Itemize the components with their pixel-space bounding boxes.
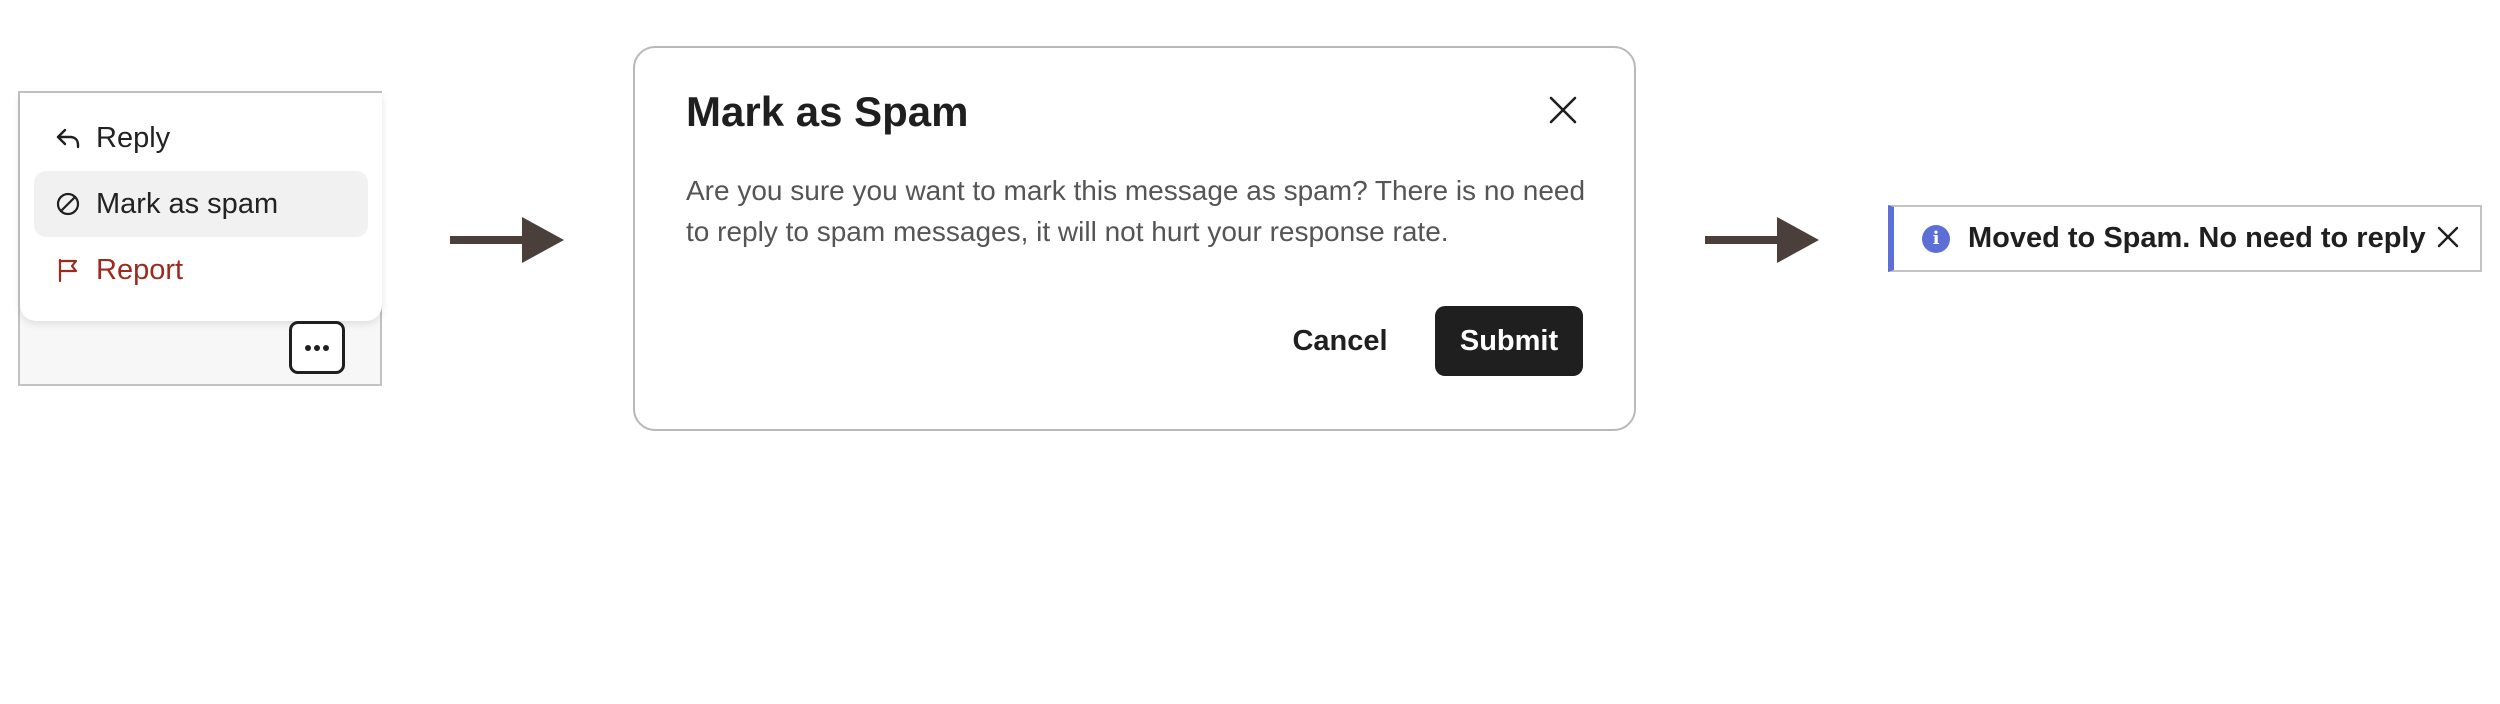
menu-item-label: Report (96, 253, 184, 286)
toast-message: Moved to Spam. No need to reply (1968, 222, 2426, 254)
menu-item-mark-as-spam[interactable]: Mark as spam (34, 171, 368, 237)
mark-as-spam-dialog: Mark as Spam Are you sure you want to ma… (633, 46, 1636, 431)
message-row-frame: Reply Mark as spam Report (18, 91, 382, 386)
context-menu: Reply Mark as spam Report (20, 93, 382, 321)
menu-item-label: Reply (96, 121, 171, 154)
submit-button[interactable]: Submit (1435, 306, 1583, 376)
close-icon (2436, 225, 2460, 254)
menu-item-reply[interactable]: Reply (34, 105, 368, 171)
toast-close-button[interactable] (2432, 223, 2464, 255)
more-options-button[interactable] (289, 321, 345, 374)
block-icon (54, 190, 82, 218)
info-icon: i (1922, 224, 1950, 253)
flag-icon (54, 256, 82, 284)
menu-item-report[interactable]: Report (34, 237, 368, 303)
dialog-title: Mark as Spam (686, 88, 969, 135)
dialog-close-button[interactable] (1543, 92, 1583, 132)
flow-arrow-right-icon (1703, 213, 1823, 272)
flow-diagram: Reply Mark as spam Report Mark as Spam A… (0, 0, 2500, 704)
close-icon (1548, 95, 1578, 130)
flow-arrow-right-icon (448, 213, 568, 272)
dialog-message: Are you sure you want to mark this messa… (686, 175, 1586, 247)
menu-item-label: Mark as spam (96, 187, 279, 220)
more-horizontal-icon (304, 339, 330, 357)
cancel-button[interactable]: Cancel (1280, 306, 1400, 376)
reply-icon (54, 124, 82, 152)
spam-toast-notification: i Moved to Spam. No need to reply (1888, 205, 2482, 272)
